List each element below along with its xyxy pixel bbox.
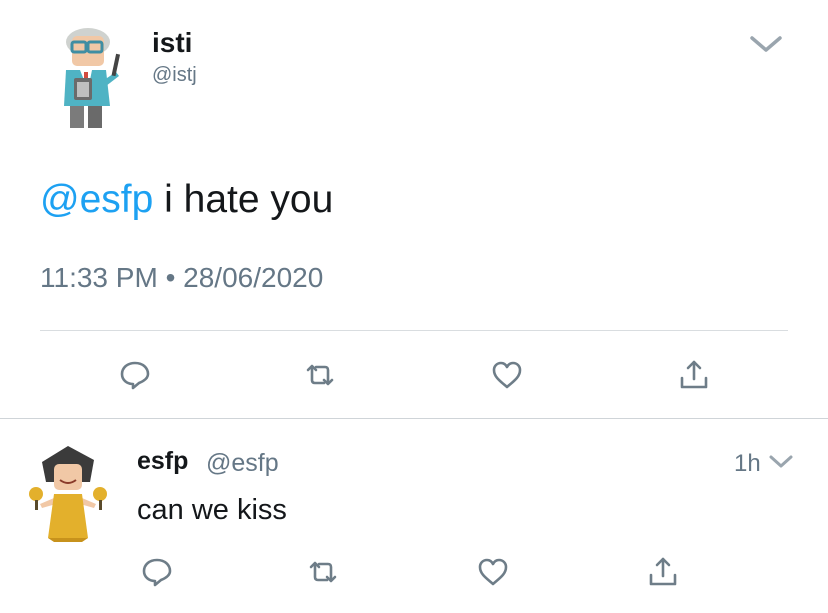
tweet-text: @esfp i hate you: [40, 178, 333, 222]
tweet-body: i hate you: [153, 178, 334, 221]
avatar-esfp[interactable]: [24, 442, 112, 544]
reply-user-handle[interactable]: @esfp: [206, 449, 279, 478]
reply-like-button[interactable]: [473, 552, 513, 592]
share-icon: [680, 360, 708, 389]
share-button[interactable]: [674, 355, 714, 395]
chevron-down-icon[interactable]: [768, 452, 794, 472]
tweet-timestamp: 11:33 PM • 28/06/2020: [40, 262, 323, 294]
reply-share-button[interactable]: [643, 552, 683, 592]
display-name[interactable]: isti: [152, 27, 192, 59]
share-icon: [649, 557, 677, 586]
separator-dot: •: [165, 262, 176, 293]
reply-retweet-button[interactable]: [303, 552, 343, 592]
chevron-down-icon[interactable]: [748, 30, 784, 58]
retweet-icon: [309, 561, 337, 583]
reply-reply-button[interactable]: [137, 552, 177, 592]
tweet-time: 11:33 PM: [40, 262, 158, 293]
heart-icon: [478, 558, 508, 586]
retweet-button[interactable]: [300, 355, 340, 395]
divider: [0, 418, 828, 419]
reply-relative-time: 1h: [734, 450, 761, 477]
reply-text: can we kiss: [137, 494, 287, 526]
reply-button[interactable]: [115, 355, 155, 395]
avatar-istj[interactable]: [48, 24, 136, 132]
user-handle[interactable]: @istj: [152, 64, 197, 87]
mention-link[interactable]: @esfp: [40, 178, 153, 221]
divider: [40, 330, 788, 331]
retweet-icon: [306, 364, 334, 386]
reply-display-name[interactable]: esfp: [137, 447, 188, 476]
speech-bubble-icon: [120, 361, 150, 390]
like-button[interactable]: [487, 355, 527, 395]
tweet-date[interactable]: 28/06/2020: [183, 262, 323, 293]
heart-icon: [492, 361, 522, 389]
speech-bubble-icon: [142, 558, 172, 587]
